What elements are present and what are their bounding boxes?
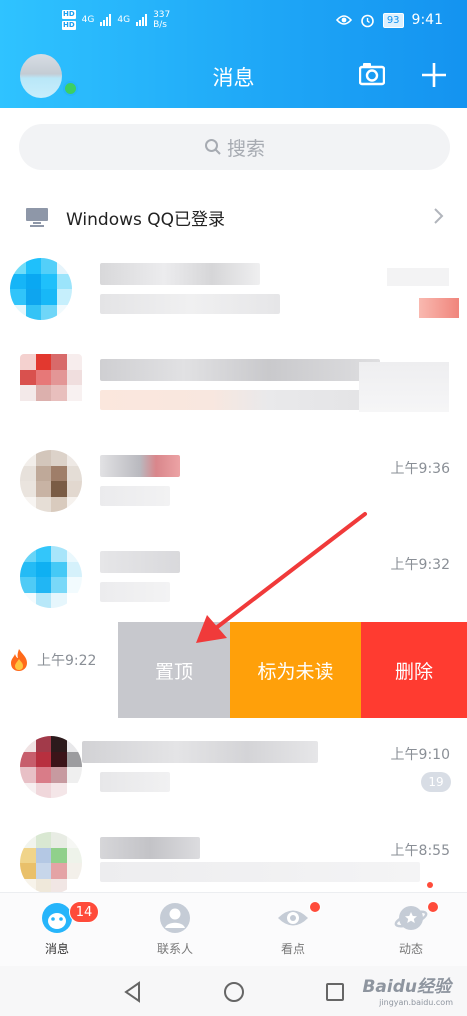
tab-moments[interactable]: 动态 bbox=[371, 901, 451, 963]
tab-label: 联系人 bbox=[156, 942, 193, 956]
conversation-time: 上午9:32 bbox=[390, 557, 450, 573]
messages-tab-icon bbox=[42, 903, 72, 933]
contact-avatar bbox=[10, 258, 72, 320]
back-icon[interactable] bbox=[122, 981, 144, 1003]
conversation-row[interactable]: 上午9:10 19 bbox=[0, 724, 467, 820]
tab-label: 动态 bbox=[398, 942, 423, 956]
conversation-row[interactable] bbox=[0, 342, 467, 438]
conversation-row[interactable]: 上午9:36 bbox=[0, 438, 467, 534]
conversation-row[interactable] bbox=[0, 246, 467, 342]
contact-name-redacted bbox=[100, 455, 180, 477]
contact-name-redacted bbox=[100, 551, 180, 573]
signal-label-2: 4G bbox=[117, 15, 131, 25]
conversation-time: 上午9:22 bbox=[37, 653, 97, 669]
status-right: 93 9:41 bbox=[335, 12, 443, 28]
pin-button[interactable]: 置顶 bbox=[118, 622, 230, 718]
message-preview-redacted bbox=[100, 390, 380, 410]
conversation-time: 上午9:36 bbox=[390, 461, 450, 477]
alarm-icon bbox=[361, 14, 374, 27]
message-preview-redacted bbox=[100, 486, 170, 506]
delete-button[interactable]: 删除 bbox=[361, 622, 467, 718]
message-preview-redacted bbox=[100, 294, 280, 314]
moments-tab-icon bbox=[394, 906, 428, 930]
contact-avatar bbox=[20, 832, 82, 894]
conversation-time: 上午9:10 bbox=[390, 747, 450, 763]
search-input[interactable]: 搜索 bbox=[19, 124, 450, 170]
message-preview-redacted bbox=[100, 582, 170, 602]
unread-count-badge: 19 bbox=[421, 772, 451, 792]
contact-name-redacted bbox=[82, 741, 318, 763]
eye-icon bbox=[335, 15, 352, 25]
status-left: HD HD 4G 4G 337 B/s bbox=[62, 10, 170, 30]
battery-indicator: 93 bbox=[382, 12, 404, 28]
unread-marker-redacted bbox=[419, 298, 459, 318]
message-preview-redacted bbox=[100, 772, 170, 792]
contact-avatar bbox=[20, 354, 82, 416]
unread-dot bbox=[427, 882, 433, 888]
kandian-tab-icon bbox=[278, 910, 308, 926]
watermark-brand: Baidu经验 bbox=[362, 977, 451, 997]
conversation-time: 上午8:55 bbox=[390, 843, 450, 859]
tab-label: 消息 bbox=[44, 942, 69, 956]
home-icon[interactable] bbox=[223, 981, 245, 1003]
watermark-logo: Baidu经验 jingyan.baidu.com bbox=[353, 962, 461, 1016]
signal-label-1: 4G bbox=[81, 15, 95, 25]
time-redacted bbox=[387, 268, 449, 286]
watermark-url: jingyan.baidu.com bbox=[379, 998, 453, 1007]
signal-icon bbox=[100, 14, 112, 26]
tab-contacts[interactable]: 联系人 bbox=[135, 901, 215, 963]
clock: 9:41 bbox=[411, 12, 443, 28]
bottom-nav: 消息 14 联系人 看点 动态 bbox=[0, 892, 467, 966]
unread-count-badge: 14 bbox=[69, 901, 99, 923]
computer-icon bbox=[26, 208, 48, 227]
contact-name-redacted bbox=[100, 359, 380, 381]
contact-avatar bbox=[20, 546, 82, 608]
contacts-tab-icon bbox=[160, 903, 190, 933]
plus-icon[interactable] bbox=[421, 62, 447, 88]
contact-name-redacted bbox=[100, 837, 200, 859]
conversation-row[interactable]: 上午9:32 bbox=[0, 534, 467, 630]
tab-kandian[interactable]: 看点 bbox=[253, 901, 333, 963]
status-bar: HD HD 4G 4G 337 B/s 93 9:41 bbox=[0, 0, 467, 42]
mark-unread-button[interactable]: 标为未读 bbox=[230, 622, 361, 718]
page-title: 消息 bbox=[212, 66, 255, 90]
contact-name-redacted bbox=[100, 263, 260, 285]
search-placeholder: 搜索 bbox=[226, 137, 265, 160]
signal-icon-2 bbox=[136, 14, 148, 26]
network-speed: 337 B/s bbox=[153, 10, 171, 30]
hd-icon: HD HD bbox=[62, 10, 76, 30]
message-preview-redacted bbox=[100, 862, 420, 882]
chevron-right-icon bbox=[434, 208, 444, 224]
tab-messages[interactable]: 消息 14 bbox=[17, 901, 99, 963]
notification-dot bbox=[309, 901, 321, 913]
camera-icon[interactable] bbox=[359, 62, 385, 86]
header-bar: HD HD 4G 4G 337 B/s 93 9:41 消息 bbox=[0, 0, 467, 108]
swiped-conversation-row[interactable]: 上午9:22 置顶 标为未读 删除 bbox=[0, 622, 467, 718]
notification-dot bbox=[427, 901, 439, 913]
contact-avatar bbox=[20, 736, 82, 798]
contact-avatar bbox=[20, 450, 82, 512]
recents-icon[interactable] bbox=[324, 981, 346, 1003]
device-login-row[interactable]: Windows QQ已登录 bbox=[0, 192, 467, 240]
search-icon bbox=[204, 139, 221, 155]
fire-icon bbox=[11, 649, 27, 671]
tab-label: 看点 bbox=[280, 942, 305, 956]
device-login-label: Windows QQ已登录 bbox=[66, 210, 226, 230]
time-redacted bbox=[359, 362, 449, 412]
